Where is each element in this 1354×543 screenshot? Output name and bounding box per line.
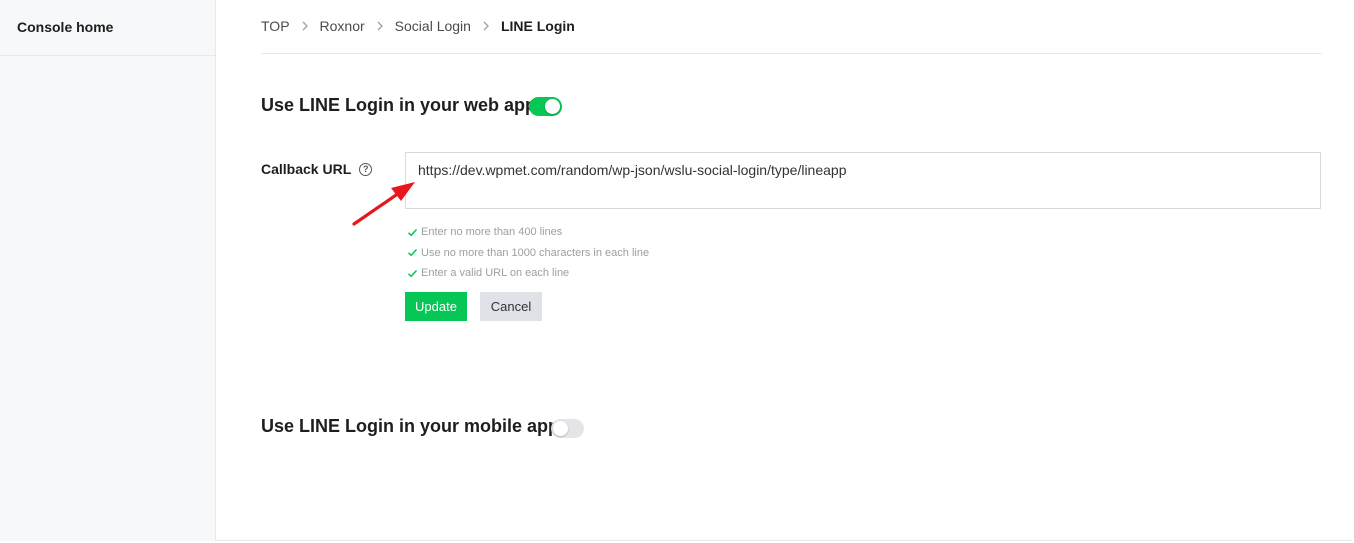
update-button[interactable]: Update: [405, 292, 467, 321]
validation-rule-text: Enter no more than 400 lines: [421, 226, 563, 239]
breadcrumb-item-line-login: LINE Login: [500, 17, 575, 34]
chevron-right-icon: [377, 21, 384, 31]
cancel-button[interactable]: Cancel: [480, 292, 542, 321]
chevron-right-icon: [302, 21, 309, 31]
main-content: TOP Roxnor Social Login LINE Login Use L…: [216, 0, 1352, 541]
sidebar: Console home: [0, 0, 216, 541]
validation-rule-text: Enter a valid URL on each line: [421, 267, 570, 280]
validation-rule: Enter no more than 400 lines: [407, 222, 649, 243]
toggle-knob: [553, 421, 568, 436]
breadcrumb-item-social-login[interactable]: Social Login: [395, 18, 471, 34]
annotation-arrow-icon: [352, 182, 415, 226]
chevron-right-icon: [483, 21, 490, 31]
breadcrumb-item-roxnor[interactable]: Roxnor: [320, 18, 365, 34]
validation-rule: Enter a valid URL on each line: [407, 263, 649, 284]
validation-rule-text: Use no more than 1000 characters in each…: [421, 246, 650, 259]
check-icon: [407, 268, 418, 279]
toggle-knob: [545, 99, 560, 114]
web-app-toggle[interactable]: [529, 97, 562, 116]
mobile-app-toggle[interactable]: [551, 419, 584, 438]
breadcrumb: TOP Roxnor Social Login LINE Login: [261, 0, 1322, 54]
breadcrumb-item-top[interactable]: TOP: [261, 18, 290, 34]
question-circle-icon[interactable]: ?: [359, 162, 373, 176]
callback-url-label: Callback URL ?: [261, 161, 373, 177]
callback-url-input[interactable]: https://dev.wpmet.com/random/wp-json/wsl…: [405, 152, 1321, 209]
validation-rule: Use no more than 1000 characters in each…: [407, 243, 649, 264]
check-icon: [407, 247, 418, 258]
sidebar-item-console-home[interactable]: Console home: [0, 0, 215, 56]
mobile-app-section-title: Use LINE Login in your mobile app: [261, 416, 560, 436]
validation-rules: Enter no more than 400 lines Use no more…: [407, 222, 649, 284]
web-app-section-title: Use LINE Login in your web app: [261, 95, 537, 115]
callback-url-label-text: Callback URL: [261, 161, 352, 177]
